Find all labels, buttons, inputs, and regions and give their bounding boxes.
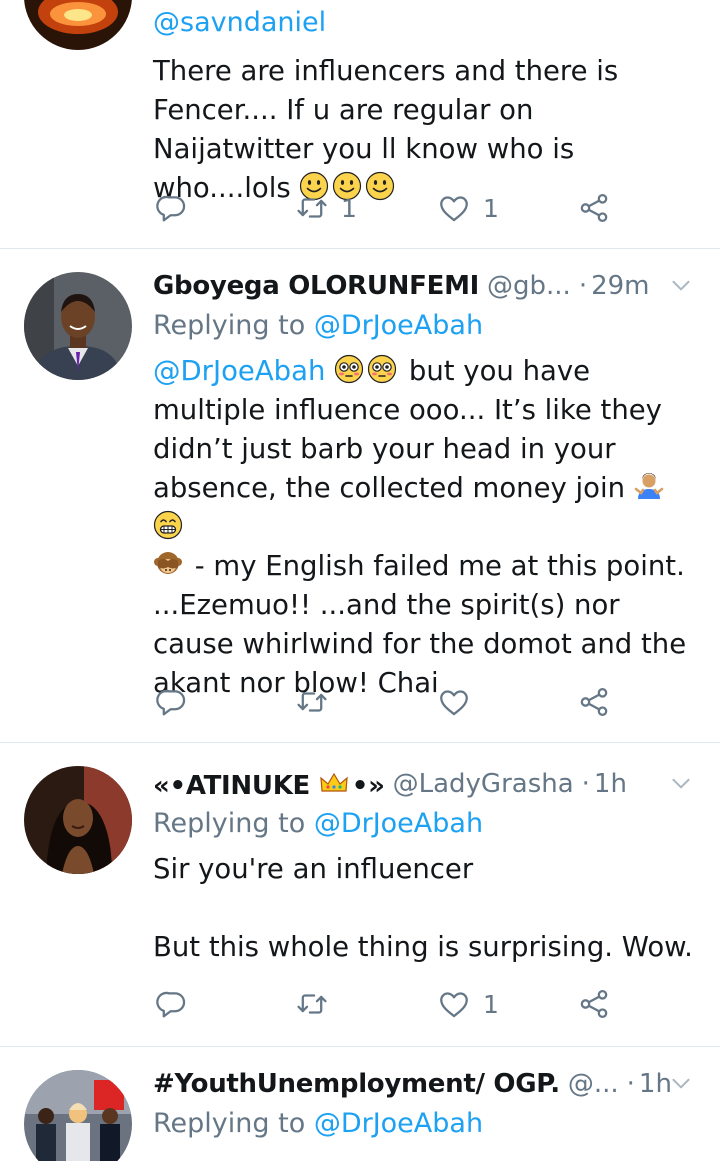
replying-to-label: Replying to [153, 808, 306, 839]
share-button[interactable] [577, 984, 611, 1024]
avatar[interactable] [24, 1070, 132, 1161]
display-name-prefix: «•ATINUKE [153, 770, 311, 801]
person-shrugging-icon [634, 471, 664, 501]
grinning-face-icon [153, 510, 183, 540]
retweet-button[interactable] [295, 682, 329, 722]
tweet-text-body-continued: - my English failed me at this point. ..… [153, 550, 695, 699]
tweet-header: «•ATINUKE •» @LadyGrasha · 1h [153, 766, 694, 802]
like-button[interactable]: 1 [437, 984, 499, 1024]
retweet-icon [295, 685, 329, 719]
reply-mention-link[interactable]: @savndaniel [153, 7, 326, 38]
mention-link[interactable]: @DrJoeAbah [153, 355, 325, 387]
flushed-face-icon [367, 354, 397, 384]
share-button[interactable] [577, 682, 611, 722]
chevron-down-icon[interactable] [668, 1070, 694, 1096]
reply-button[interactable] [155, 682, 189, 722]
reply-icon [155, 987, 189, 1021]
replying-to: Replying to @DrJoeAbah [153, 310, 483, 341]
separator-dot: · [578, 271, 588, 301]
reply-mention[interactable]: @savndaniel [153, 7, 326, 38]
replying-to-link[interactable]: @DrJoeAbah [314, 808, 483, 839]
chevron-down-icon[interactable] [668, 770, 694, 796]
user-handle[interactable]: @gb... [487, 271, 571, 301]
share-icon [577, 685, 611, 719]
separator-dot: · [626, 1069, 635, 1099]
like-button[interactable] [437, 682, 471, 722]
flushed-face-icon [334, 354, 364, 384]
reply-button[interactable] [155, 188, 189, 228]
avatar[interactable] [24, 0, 132, 50]
replying-to-label: Replying to [153, 1108, 306, 1139]
retweet-icon [295, 987, 329, 1021]
tweet-actions: 1 [155, 984, 625, 1024]
retweet-button[interactable]: 1 [295, 188, 357, 228]
replying-to-link[interactable]: @DrJoeAbah [314, 1108, 483, 1139]
display-name[interactable]: Gboyega OLORUNFEMI [153, 271, 479, 301]
timestamp[interactable]: 1h [639, 1069, 672, 1099]
tweet-4[interactable]: #YouthUnemployment/ OGP. @... · 1h Reply… [0, 1046, 720, 1161]
retweet-icon [295, 191, 329, 225]
heart-icon [437, 987, 471, 1021]
heart-icon [437, 685, 471, 719]
replying-to: Replying to @DrJoeAbah [153, 1108, 483, 1139]
user-handle[interactable]: @... [568, 1069, 619, 1099]
like-count: 1 [483, 989, 499, 1019]
retweet-button[interactable] [295, 984, 329, 1024]
tweet-2[interactable]: Gboyega OLORUNFEMI @gb... · 29m Replying… [0, 248, 720, 743]
timestamp[interactable]: 1h [594, 769, 627, 799]
tweet-actions [155, 682, 625, 722]
avatar[interactable] [24, 766, 132, 874]
tweet-3[interactable]: «•ATINUKE •» @LadyGrasha · 1h Replying t… [0, 742, 720, 1047]
share-icon [577, 987, 611, 1021]
tweet-text: Sir you're an influencer But this whole … [153, 853, 693, 963]
tweet-actions: 1 1 [155, 188, 625, 228]
tweet-header: #YouthUnemployment/ OGP. @... · 1h [153, 1066, 694, 1102]
replying-to-link[interactable]: @DrJoeAbah [314, 310, 483, 341]
crown-icon [319, 768, 349, 798]
heart-icon [437, 191, 471, 225]
share-icon [577, 191, 611, 225]
avatar[interactable] [24, 272, 132, 380]
user-handle[interactable]: @LadyGrasha [393, 769, 574, 799]
timestamp[interactable]: 29m [591, 271, 649, 301]
reply-icon [155, 191, 189, 225]
display-name-suffix: •» [351, 770, 385, 801]
tweet-text: @DrJoeAbah but you have multiple influen… [153, 352, 698, 703]
reply-icon [155, 685, 189, 719]
display-name[interactable]: #YouthUnemployment/ OGP. [153, 1069, 560, 1099]
replying-to-label: Replying to [153, 310, 306, 341]
reply-button[interactable] [155, 984, 189, 1024]
replying-to: Replying to @DrJoeAbah [153, 808, 483, 839]
like-button[interactable]: 1 [437, 188, 499, 228]
like-count: 1 [483, 193, 499, 223]
tweet-header: Gboyega OLORUNFEMI @gb... · 29m [153, 268, 694, 304]
see-no-evil-monkey-icon [153, 549, 183, 579]
display-name[interactable]: «•ATINUKE •» [153, 768, 385, 801]
retweet-count: 1 [341, 193, 357, 223]
chevron-down-icon[interactable] [668, 272, 694, 298]
tweet-1[interactable]: @savndaniel There are influencers and th… [0, 0, 720, 249]
separator-dot: · [581, 769, 590, 799]
tweet-text: There are influencers and there is Fence… [153, 52, 698, 208]
share-button[interactable] [577, 188, 611, 228]
